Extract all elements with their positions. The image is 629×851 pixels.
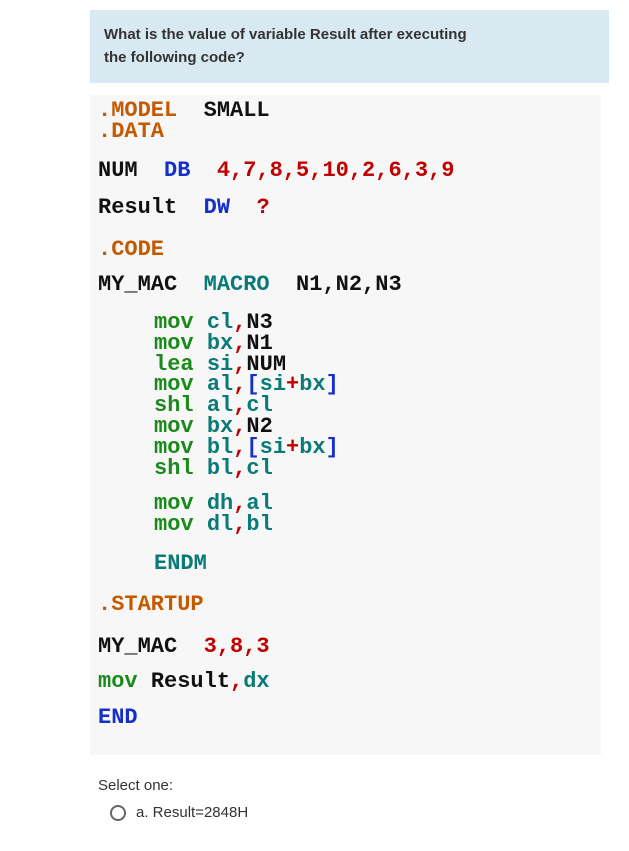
mov: mov [154, 512, 194, 537]
select-area: Select one: a. Result=2848H [98, 777, 601, 821]
reg-bl3: bl [246, 512, 272, 537]
macro-keyword: MACRO [204, 272, 270, 297]
rbrack: ] [326, 372, 339, 397]
end-directive: END [98, 705, 138, 730]
rbrack2: ] [326, 435, 339, 460]
reg-dl: dl [207, 512, 233, 537]
plus: + [286, 372, 299, 397]
question-box: What is the value of variable Result aft… [90, 10, 609, 83]
num-label: NUM [98, 158, 138, 183]
reg-bx4: bx [299, 435, 325, 460]
model-arg: SMALL [204, 98, 270, 123]
reg-bl2: bl [207, 456, 233, 481]
dw-directive: DW [204, 195, 230, 220]
option-row-a[interactable]: a. Result=2848H [98, 804, 601, 821]
option-a-label: a. Result=2848H [136, 804, 248, 821]
reg-bx2: bx [299, 372, 325, 397]
code-directive: .CODE [98, 237, 164, 262]
reg-cl3: cl [246, 456, 272, 481]
question-line1: What is the value of variable Result aft… [104, 26, 467, 43]
comma-res: , [230, 669, 243, 694]
plus2: + [286, 435, 299, 460]
startup-directive: .STARTUP [98, 592, 204, 617]
comma: , [233, 456, 246, 481]
code-block: .MODEL SMALL .DATA NUM DB 4,7,8,5,10,2,6… [90, 95, 601, 755]
shl2: shl [154, 456, 194, 481]
question-line2: the following code? [104, 49, 245, 66]
qmark: ? [256, 195, 269, 220]
num-values: 4,7,8,5,10,2,6,3,9 [217, 158, 455, 183]
data-directive: .DATA [98, 119, 164, 144]
macro-call-args: 3,8,3 [204, 634, 270, 659]
result-ref: Result [151, 669, 230, 694]
reg-dx: dx [243, 669, 269, 694]
select-one-title: Select one: [98, 777, 601, 794]
macro-name-def: MY_MAC [98, 272, 177, 297]
db-directive: DB [164, 158, 190, 183]
macro-call-name: MY_MAC [98, 634, 177, 659]
radio-icon[interactable] [110, 805, 126, 821]
comma: , [233, 512, 246, 537]
mov-result: mov [98, 669, 138, 694]
macro-args: N1,N2,N3 [296, 272, 402, 297]
endm: ENDM [154, 551, 207, 576]
result-label: Result [98, 195, 177, 220]
